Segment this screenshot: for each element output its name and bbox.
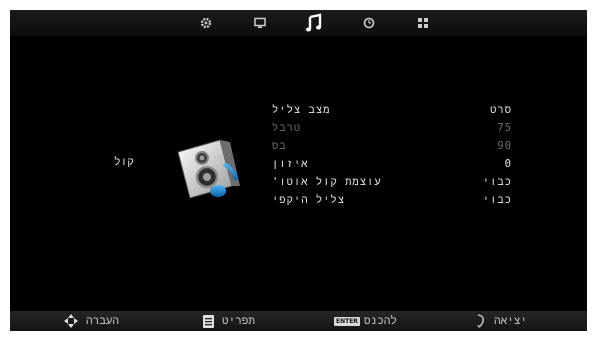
tab-apps[interactable] [410,10,436,36]
menu-row-value: כבוי [482,176,512,188]
menu-row-label: איזון [272,158,309,170]
tab-bar [10,10,587,36]
menu-row-auto-volume[interactable]: עוצמת קול אוטו' כבוי [272,176,512,190]
menu-row-treble: טרבל 75 [272,122,512,136]
hint-menu: תפריט [203,311,255,331]
menu-row-value: 0 [504,158,512,170]
menu-row-bass: בס 90 [272,140,512,154]
menu-row-label: מצב צליל [272,104,331,116]
tab-sound[interactable] [301,10,327,36]
menu-row-value: 75 [497,122,512,134]
hint-exit: יציאה [476,311,527,331]
menu-row-value: כבוי [482,194,512,206]
monitor-icon [254,17,266,28]
gear-icon [200,17,212,29]
menu-row-balance[interactable]: איזון 0 [272,158,512,172]
grid-icon [418,18,428,28]
menu-row-label: צליל היקפי [272,194,346,206]
tab-time[interactable] [356,10,382,36]
tv-osd-screen: קול מצב צליל סרט טרבל 75 בס 90 איזון 0 ע… [10,10,587,331]
clock-icon [363,17,375,29]
music-note-icon [306,13,322,32]
section-label: קול [114,155,134,168]
menu-row-label: עוצמת קול אוטו' [272,176,382,188]
hint-move-label: העברה [86,314,120,327]
enter-key-icon: ENTER [334,316,360,326]
menu-row-value: 90 [497,140,512,152]
dpad-icon [64,314,78,328]
hint-enter-label: להכנס [363,314,397,327]
exit-icon [477,314,484,328]
menu-icon [203,314,214,328]
tab-picture[interactable] [247,10,273,36]
tab-settings[interactable] [193,10,219,36]
hint-move: העברה [64,311,119,331]
footer-hints: העברה תפריט ENTER להכנס יציאה [10,311,587,331]
hint-exit-label: יציאה [494,314,528,327]
menu-row-surround-sound[interactable]: צליל היקפי כבוי [272,194,512,208]
menu-row-label: טרבל [272,122,302,134]
hint-menu-label: תפריט [222,314,256,327]
menu-row-label: בס [272,140,287,152]
menu-row-value: סרט [490,104,512,116]
hint-enter: ENTER להכנס [334,311,397,331]
speaker-music-icon [177,139,240,199]
menu-row-sound-mode[interactable]: מצב צליל סרט [272,104,512,118]
